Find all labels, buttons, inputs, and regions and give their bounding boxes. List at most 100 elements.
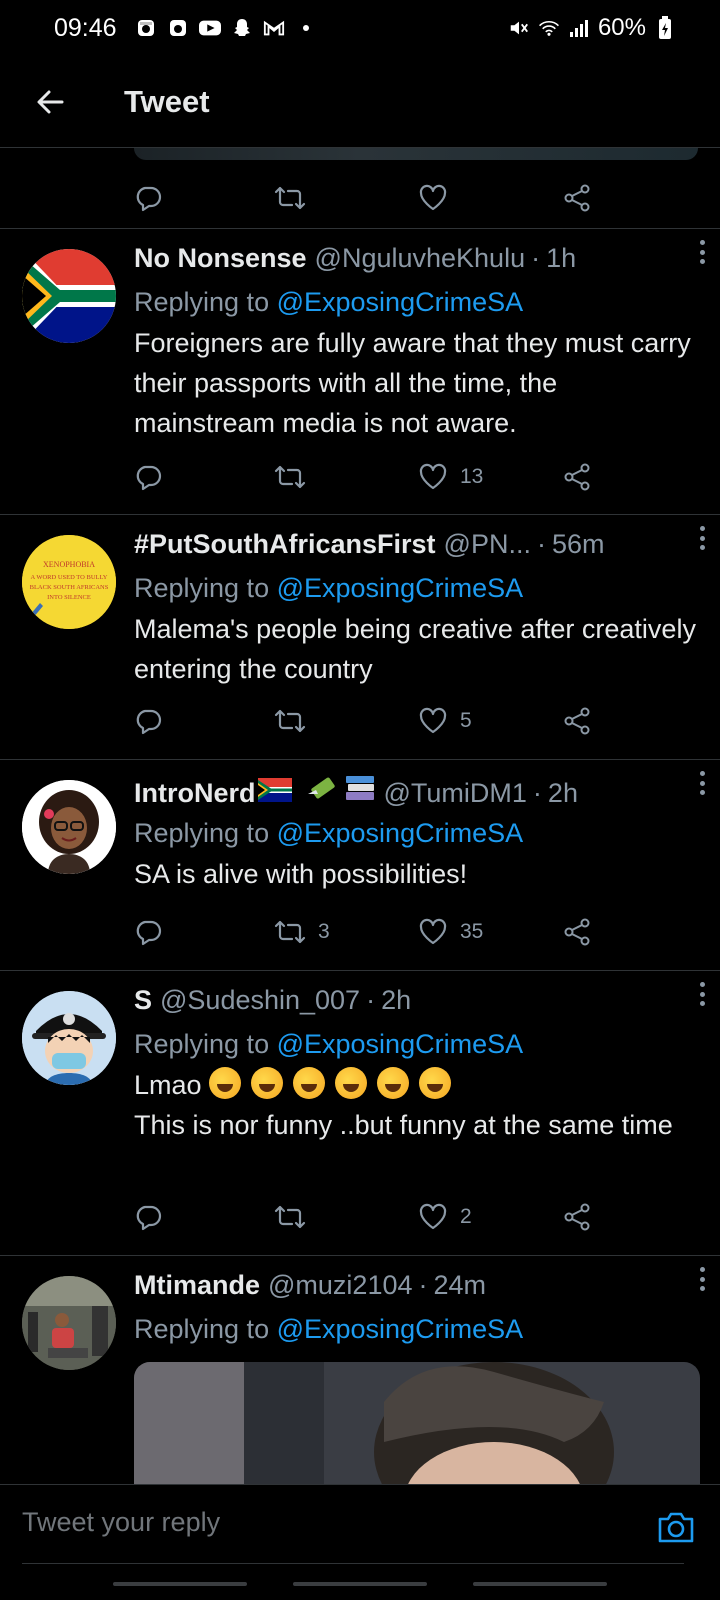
display-name[interactable]: IntroNerd <box>134 778 256 809</box>
rofl-emoji-icon <box>293 1067 326 1099</box>
tweet-time: 56m <box>551 529 605 559</box>
share-icon <box>564 463 590 491</box>
more-options-icon[interactable] <box>690 237 714 267</box>
share-button[interactable] <box>562 1203 592 1231</box>
reply-button[interactable] <box>134 184 162 212</box>
replying-prefix: Replying to <box>134 1029 270 1059</box>
share-button[interactable] <box>562 707 592 735</box>
share-button[interactable] <box>562 918 592 946</box>
share-icon <box>564 918 590 946</box>
rofl-emoji-icon <box>377 1067 410 1099</box>
wifi-icon <box>538 17 560 39</box>
youtube-icon <box>198 17 221 39</box>
more-options-icon[interactable] <box>690 1264 714 1294</box>
nav-recents-handle[interactable] <box>113 1582 247 1586</box>
user-handle[interactable]: @Sudeshin_007 <box>160 985 360 1016</box>
tweet-time: 2h <box>547 778 578 808</box>
avatar[interactable] <box>22 1276 116 1370</box>
like-button[interactable]: 35 <box>418 918 483 946</box>
reply-tweet[interactable]: XENOPHOBIA A WORD USED TO BULLY BLACK SO… <box>0 515 720 759</box>
avatar[interactable] <box>22 991 116 1085</box>
share-button[interactable] <box>562 184 592 212</box>
tweet-text: This is nor funny ..but funny at the sam… <box>134 1110 673 1140</box>
status-time: 09:46 <box>54 13 117 42</box>
reply-button[interactable] <box>134 1203 162 1231</box>
more-options-icon[interactable] <box>690 768 714 798</box>
display-name[interactable]: S <box>134 985 152 1016</box>
avatar[interactable] <box>22 780 116 874</box>
reply-tweet[interactable]: IntroNerd @TumiDM1 · 2h Replying to @Exp… <box>0 760 720 970</box>
heart-icon <box>419 184 447 211</box>
reply-button[interactable] <box>134 918 162 946</box>
avatar[interactable]: XENOPHOBIA A WORD USED TO BULLY BLACK SO… <box>22 535 116 629</box>
camera-button[interactable] <box>656 1507 696 1547</box>
anime-avatar-image <box>22 991 116 1085</box>
svg-text:INTO SILENCE: INTO SILENCE <box>47 594 91 601</box>
retweet-button[interactable]: 3 <box>274 918 330 946</box>
retweet-button[interactable] <box>274 707 306 735</box>
tweet-media-image[interactable] <box>134 1362 700 1486</box>
svg-text:XENOPHOBIA: XENOPHOBIA <box>43 560 95 569</box>
app-header: Tweet <box>0 56 720 148</box>
camera-icon <box>658 1512 694 1543</box>
more-options-icon[interactable] <box>690 979 714 1009</box>
reply-composer: Tweet your reply <box>0 1484 720 1600</box>
mention-link[interactable]: @ExposingCrimeSA <box>277 1029 524 1059</box>
nav-back-handle[interactable] <box>473 1582 607 1586</box>
user-handle[interactable]: @PN... <box>444 529 531 560</box>
system-nav-bar <box>0 1582 720 1586</box>
tweet-text: Malema's people being creative after cre… <box>134 614 696 684</box>
like-button[interactable]: 5 <box>418 707 472 735</box>
like-button[interactable]: 13 <box>418 463 483 491</box>
user-handle[interactable]: @TumiDM1 <box>384 778 527 809</box>
svg-text:BLACK SOUTH AFRICANS: BLACK SOUTH AFRICANS <box>30 584 109 591</box>
reply-button[interactable] <box>134 463 162 491</box>
more-options-icon[interactable] <box>690 523 714 553</box>
like-count: 5 <box>460 709 472 732</box>
display-name[interactable]: #PutSouthAfricansFirst <box>134 529 436 560</box>
share-icon <box>564 184 590 212</box>
separator-dot: · <box>532 778 542 808</box>
mention-link[interactable]: @ExposingCrimeSA <box>277 1314 524 1344</box>
retweet-button[interactable] <box>274 184 306 212</box>
reply-icon <box>136 186 162 212</box>
previous-tweet-media[interactable] <box>134 148 698 160</box>
display-name[interactable]: No Nonsense <box>134 243 307 274</box>
mention-link[interactable]: @ExposingCrimeSA <box>277 287 524 317</box>
reply-icon <box>136 709 162 735</box>
retweet-icon <box>274 186 306 210</box>
reply-button[interactable] <box>134 707 162 735</box>
like-button[interactable]: 2 <box>418 1203 472 1231</box>
nav-home-handle[interactable] <box>293 1582 427 1586</box>
like-count: 35 <box>460 920 484 943</box>
heart-icon <box>419 707 447 734</box>
rofl-emoji-icon <box>335 1067 368 1099</box>
retweet-icon <box>274 920 306 944</box>
rofl-emoji-icon <box>251 1067 284 1099</box>
snapchat-icon <box>231 17 253 39</box>
tweet-time: 24m <box>433 1270 487 1300</box>
display-name[interactable]: Mtimande <box>134 1270 260 1301</box>
reply-input[interactable]: Tweet your reply <box>22 1507 220 1538</box>
retweet-button[interactable] <box>274 463 306 491</box>
notification-dot-icon <box>295 17 317 39</box>
separator-dot: · <box>418 1270 428 1300</box>
retweet-button[interactable] <box>274 1203 306 1231</box>
tweet-text-line: Lmao <box>134 1065 700 1105</box>
reply-tweet[interactable]: S @Sudeshin_007 · 2h Replying to @Exposi… <box>0 971 720 1255</box>
mention-link[interactable]: @ExposingCrimeSA <box>277 818 524 848</box>
share-button[interactable] <box>562 463 592 491</box>
mention-link[interactable]: @ExposingCrimeSA <box>277 573 524 603</box>
reply-tweet[interactable]: No Nonsense @NguluvheKhulu · 1h Replying… <box>0 229 720 514</box>
tweet-time: 2h <box>381 985 412 1015</box>
retweet-count: 3 <box>318 920 330 943</box>
user-handle[interactable]: @NguluvheKhulu <box>315 243 526 274</box>
avatar[interactable] <box>22 249 116 343</box>
reply-icon <box>136 1205 162 1231</box>
like-button[interactable] <box>418 184 448 212</box>
replying-prefix: Replying to <box>134 573 270 603</box>
svg-text:A WORD USED TO BULLY: A WORD USED TO BULLY <box>31 574 108 581</box>
back-button[interactable] <box>0 56 100 148</box>
user-handle[interactable]: @muzi2104 <box>268 1270 412 1301</box>
reply-tweet[interactable]: Mtimande @muzi2104 · 24m Replying to @Ex… <box>0 1256 720 1486</box>
